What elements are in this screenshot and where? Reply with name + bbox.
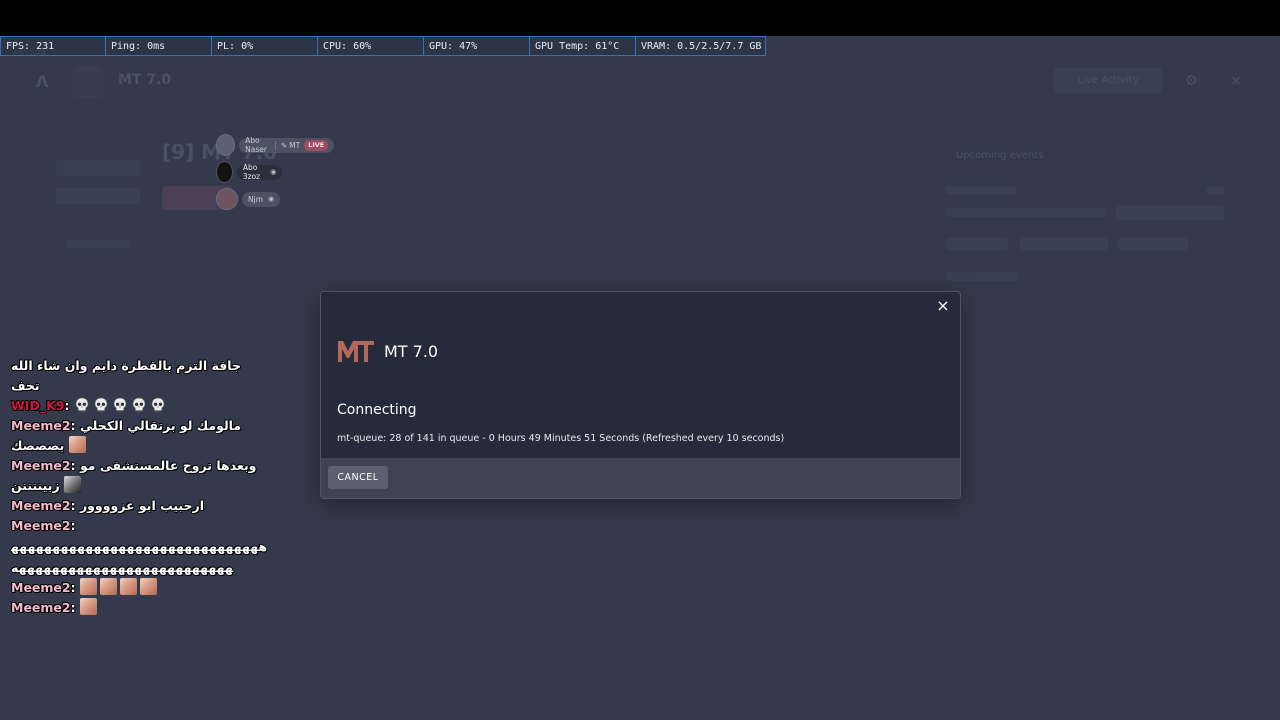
chat-colon: : bbox=[64, 398, 74, 413]
face-emote bbox=[68, 436, 86, 453]
ping-stat: Ping: 0ms bbox=[106, 36, 212, 56]
chat-message: بصصصك bbox=[11, 436, 269, 456]
dialog-heading: Connecting bbox=[337, 402, 417, 418]
connecting-dialog: × MT 7.0 Connecting mt-queue: 28 of 141 … bbox=[320, 291, 961, 499]
chat-message: هههههههههههههههههههههههههههههههههههههههه… bbox=[11, 536, 269, 578]
background-block bbox=[66, 240, 130, 248]
server-tag: estiga bbox=[13, 48, 46, 58]
face-emote bbox=[119, 578, 137, 595]
chat-username: Meeme2 bbox=[11, 458, 71, 473]
live-badge: LIVE bbox=[304, 139, 329, 151]
skull-emote bbox=[94, 397, 108, 412]
wrench-icon: ✎ bbox=[280, 140, 288, 150]
chat-text: زبيننننن bbox=[11, 478, 60, 493]
chat-text: ارحبيب ابو عزوووور bbox=[79, 498, 205, 513]
mt-logo-icon bbox=[338, 341, 374, 362]
avatar bbox=[216, 134, 236, 156]
chat-message: Meeme2: bbox=[11, 518, 76, 533]
eye-icon: ◉ bbox=[270, 168, 277, 176]
background-line bbox=[1118, 238, 1188, 250]
skull-emote bbox=[132, 397, 146, 412]
eye-icon: ◉ bbox=[268, 195, 275, 203]
performance-overlay: FPS: 231 Ping: 0ms PL: 0% CPU: 60% GPU: … bbox=[0, 36, 766, 57]
streamer-name: Abo 3zoz bbox=[242, 163, 261, 181]
chat-message: زبيننننن bbox=[11, 476, 269, 496]
gpu-temp-stat: GPU Temp: 61°C bbox=[530, 36, 636, 56]
face-emote bbox=[79, 598, 97, 615]
skull-emote bbox=[75, 397, 89, 412]
chat-overlay: جافة التزم بالقطرة دايم وان شاء الله تخف… bbox=[11, 356, 269, 618]
chat-text: مالومك لو برتقالي الكحلي bbox=[79, 418, 242, 433]
server-name: MT 7.0 bbox=[384, 341, 439, 361]
streamer-pill: Njm ◉ bbox=[242, 191, 281, 207]
server-brand: MT 7.0 bbox=[337, 339, 438, 363]
chat-username: WID_K9 bbox=[11, 398, 65, 413]
chat-message: Meeme2: bbox=[11, 578, 269, 598]
chat-message: Meeme2: وبعدها تروح عالمستشفى مو bbox=[11, 458, 257, 473]
background-line bbox=[1020, 238, 1108, 250]
face-emote bbox=[139, 578, 157, 595]
background-line bbox=[946, 272, 1018, 281]
skull-emote bbox=[113, 397, 127, 412]
streamer-item[interactable]: Abo Naser ✎ MT LIVE bbox=[216, 134, 335, 156]
chat-message: Meeme2: مالومك لو برتقالي الكحلي bbox=[11, 418, 242, 433]
face-emote bbox=[64, 476, 82, 493]
chat-message: Meeme2: bbox=[11, 598, 269, 618]
dialog-footer: CANCEL bbox=[321, 458, 960, 498]
streamer-pill: Abo 3zoz ◉ bbox=[236, 163, 283, 181]
avatar bbox=[216, 161, 233, 183]
background-block bbox=[56, 188, 140, 204]
close-icon[interactable]: × bbox=[1227, 72, 1245, 90]
gear-icon[interactable]: ⚙ bbox=[1182, 72, 1200, 90]
cancel-button[interactable]: CANCEL bbox=[328, 466, 388, 489]
background-line bbox=[946, 238, 1008, 250]
emote-row bbox=[79, 578, 160, 595]
emote-row bbox=[79, 598, 100, 615]
chat-text: هههههههههههههههههههههههههههههههههههههههه… bbox=[11, 539, 268, 575]
live-activity-button[interactable]: Live Activity bbox=[1054, 68, 1162, 94]
avatar bbox=[216, 188, 238, 210]
face-emote bbox=[79, 578, 97, 595]
chat-message: Meeme2: ارحبيب ابو عزوووور bbox=[11, 498, 205, 513]
chat-text: بصصصك bbox=[11, 438, 65, 453]
gpu-stat: GPU: 47% bbox=[424, 36, 530, 56]
chat-text: وبعدها تروح عالمستشفى مو bbox=[79, 458, 257, 473]
background-block bbox=[56, 160, 140, 176]
streamer-name: Abo Naser bbox=[245, 136, 267, 154]
chat-username: Meeme2 bbox=[11, 518, 71, 533]
top-black-bar bbox=[0, 0, 1280, 36]
chat-username: Meeme2 bbox=[11, 498, 71, 513]
chat-message: WID_K9: bbox=[11, 396, 269, 416]
chat-username: Meeme2 bbox=[11, 418, 71, 433]
streamer-item[interactable]: Abo 3zoz ◉ bbox=[216, 161, 283, 183]
app-logo-icon: Λ bbox=[36, 72, 49, 91]
cpu-stat: CPU: 60% bbox=[318, 36, 424, 56]
streamer-pill: Abo Naser ✎ MT LIVE bbox=[239, 136, 335, 154]
streamer-name: Njm bbox=[248, 194, 263, 204]
packet-loss-stat: PL: 0% bbox=[212, 36, 318, 56]
face-emote bbox=[99, 578, 117, 595]
upcoming-events-title: Upcoming events bbox=[956, 150, 1044, 161]
chat-message: جافة التزم بالقطرة دايم وان شاء الله تخف bbox=[11, 356, 269, 396]
emote-row bbox=[74, 397, 169, 413]
background-line bbox=[1206, 186, 1224, 195]
chat-username: Meeme2 bbox=[11, 600, 71, 615]
close-icon[interactable]: × bbox=[934, 297, 952, 315]
vram-stat: VRAM: 0.5/2.5/7.7 GB bbox=[636, 36, 766, 56]
back-button[interactable] bbox=[72, 66, 104, 98]
background-line bbox=[946, 186, 1016, 195]
background-line bbox=[1116, 206, 1224, 220]
streamer-tag: MT bbox=[289, 140, 301, 150]
queue-status: mt-queue: 28 of 141 in queue - 0 Hours 4… bbox=[337, 433, 785, 444]
background-line bbox=[946, 208, 1106, 217]
chat-text: جافة التزم بالقطرة دايم وان شاء الله تخف bbox=[11, 358, 241, 393]
streamer-item[interactable]: Njm ◉ bbox=[216, 188, 281, 210]
chat-username: Meeme2 bbox=[11, 580, 71, 595]
background-title: MT 7.0 bbox=[118, 72, 172, 88]
skull-emote bbox=[151, 397, 165, 412]
separator bbox=[275, 140, 276, 150]
